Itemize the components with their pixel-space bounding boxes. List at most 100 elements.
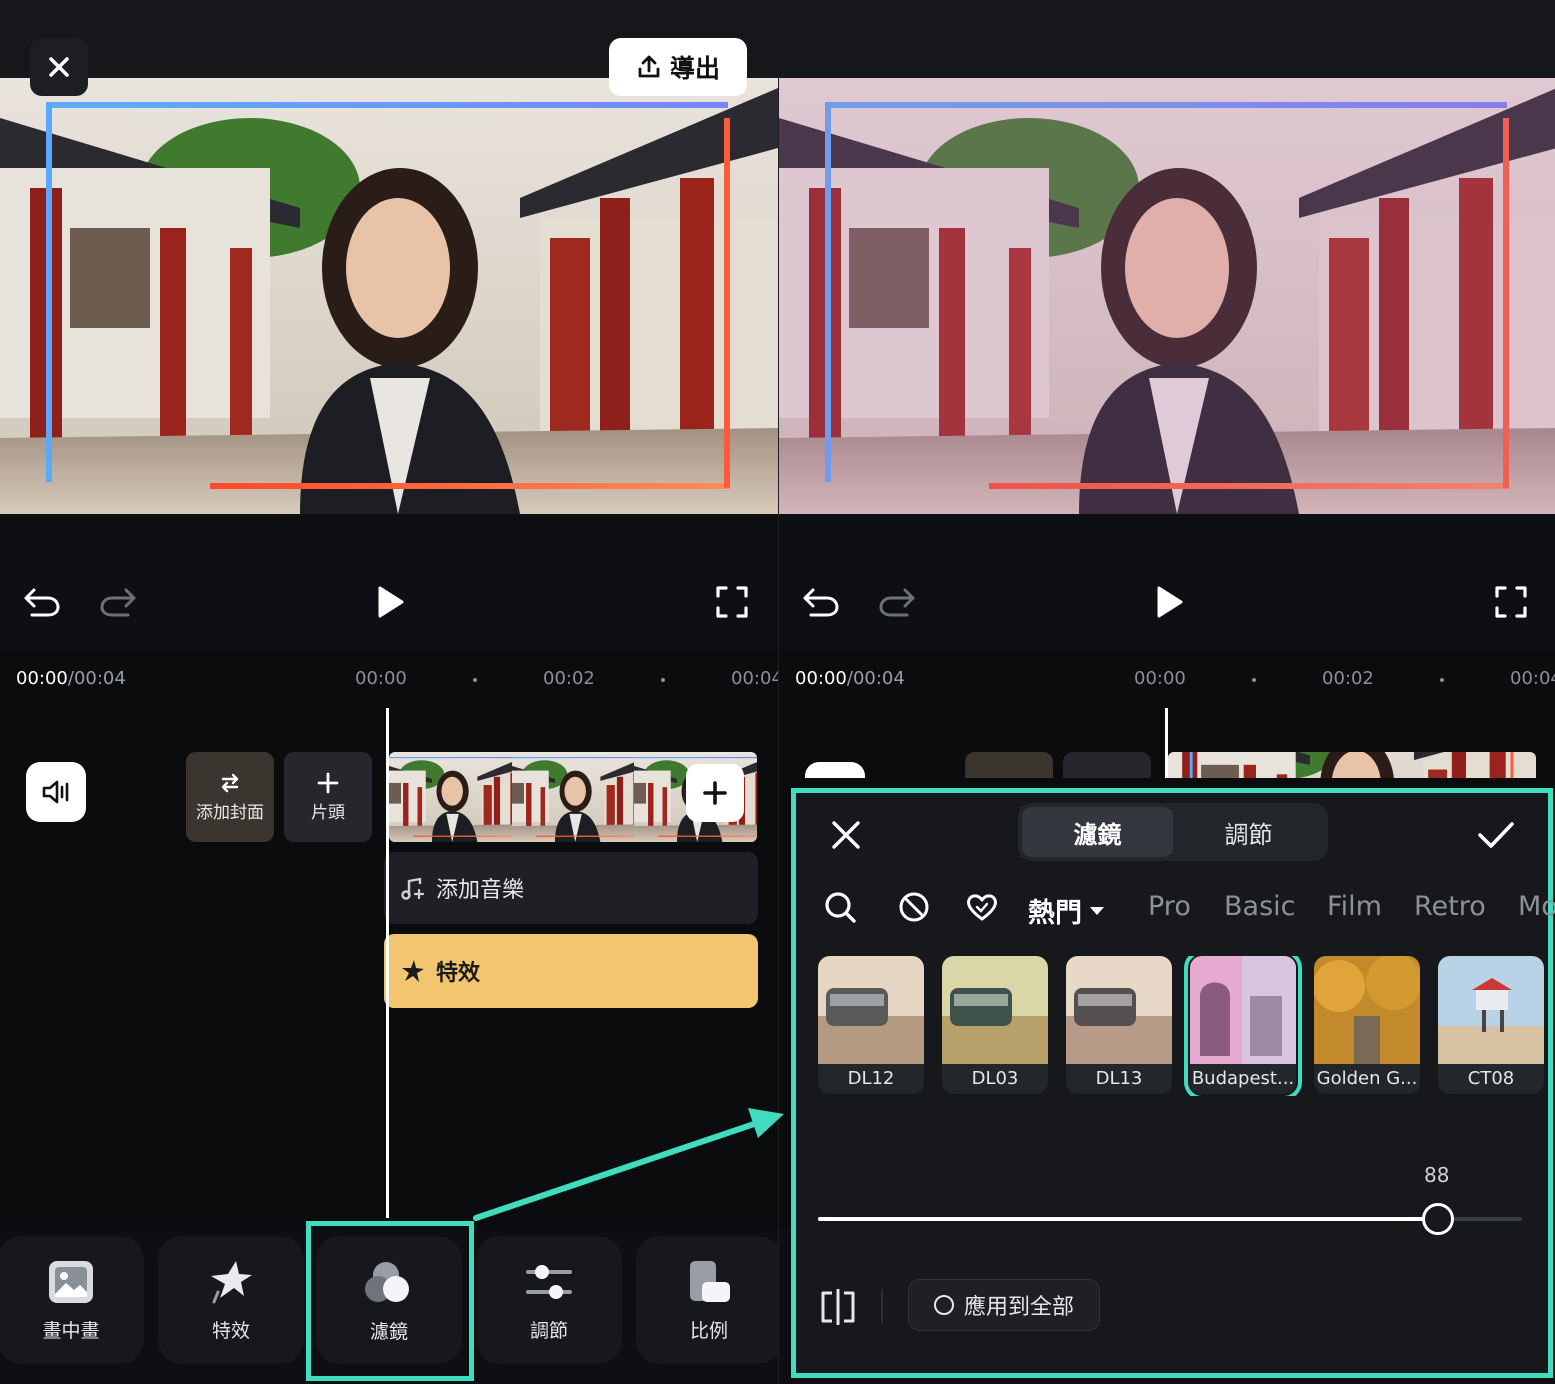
favorites-button[interactable] — [962, 887, 1002, 927]
filter-label: DL13 — [1095, 1068, 1143, 1089]
tab-filter[interactable]: 濾鏡 — [1022, 807, 1173, 857]
filter-item-selected[interactable]: Budapest... — [1184, 956, 1302, 1096]
redo-button[interactable] — [875, 580, 919, 624]
filter-adjust-tabs: 濾鏡 調節 — [1018, 803, 1328, 861]
intro-peek — [1063, 752, 1151, 778]
caret-down-icon — [1090, 906, 1104, 915]
play-button[interactable] — [368, 580, 412, 624]
editor-panel-left: 導出 00:00/00:04 00:00 00:02 00:04 添加封面 片頭… — [0, 0, 778, 1384]
export-button[interactable]: 導出 — [609, 38, 747, 96]
add-clip-button[interactable] — [686, 764, 744, 822]
tick-dot — [1440, 678, 1444, 682]
play-button[interactable] — [1147, 580, 1191, 624]
tool-label: 比例 — [689, 1319, 728, 1342]
export-label: 導出 — [669, 54, 720, 83]
category-hot-label: 熱門 — [1028, 898, 1082, 929]
category-film[interactable]: Film — [1327, 891, 1382, 922]
fullscreen-button[interactable] — [1489, 580, 1533, 624]
tick-label: 00:02 — [1322, 668, 1374, 689]
add-music-label: 添加音樂 — [436, 878, 525, 903]
tick-label: 00:02 — [543, 668, 595, 689]
filter-label: Budapest... — [1191, 1068, 1295, 1089]
category-retro[interactable]: Retro — [1414, 891, 1486, 922]
plus-icon — [703, 781, 727, 805]
divider — [881, 1289, 883, 1323]
intensity-slider-fill — [818, 1217, 1438, 1221]
filter-thumbnail — [1438, 956, 1544, 1064]
tool-picture-in-picture[interactable]: 畫中畫 — [0, 1236, 144, 1364]
undo-button[interactable] — [799, 580, 843, 624]
filter-thumbnail — [1190, 956, 1296, 1064]
fullscreen-button[interactable] — [710, 580, 754, 624]
add-intro-button[interactable]: 片頭 — [284, 752, 372, 842]
effect-track-label: 特效 — [436, 961, 481, 986]
compare-button[interactable] — [816, 1285, 860, 1329]
sheet-close-button[interactable] — [824, 813, 868, 857]
mute-toggle-button[interactable] — [26, 762, 86, 822]
apply-to-all-button[interactable]: 應用到全部 — [908, 1279, 1100, 1331]
intensity-value: 88 — [1424, 1163, 1450, 1187]
fullscreen-icon — [716, 586, 748, 618]
tool-aspect-ratio[interactable]: 比例 — [636, 1236, 778, 1364]
add-cover-label: 添加封面 — [196, 802, 264, 823]
tool-label: 特效 — [211, 1319, 250, 1342]
undo-button[interactable] — [20, 580, 64, 624]
filter-item[interactable]: DL03 — [942, 956, 1048, 1094]
video-clip-peek — [1168, 752, 1536, 778]
volume-icon — [42, 780, 69, 804]
add-cover-button[interactable]: 添加封面 — [186, 752, 274, 842]
filter-item[interactable]: DL12 — [818, 956, 924, 1094]
compare-icon — [821, 1289, 855, 1325]
current-time: 00:00 — [16, 668, 68, 689]
checkmark-icon — [1478, 822, 1514, 848]
playhead[interactable] — [1165, 708, 1168, 778]
category-more[interactable]: Mo — [1518, 891, 1555, 922]
no-filter-button[interactable] — [894, 887, 934, 927]
editor-panel-right: 00:00/00:04 00:00 00:02 00:04 濾鏡 調節 — [778, 0, 1555, 1384]
filter-label: DL03 — [971, 1068, 1019, 1089]
filter-label: DL12 — [847, 1068, 895, 1089]
effect-track[interactable]: 特效 — [384, 934, 758, 1008]
plus-icon — [317, 772, 339, 793]
filter-list: DL12 DL03 DL13 Budapest... Golden G... C… — [818, 956, 1555, 1096]
search-button[interactable] — [820, 887, 860, 927]
add-intro-label: 片頭 — [311, 802, 345, 823]
clip-frame — [389, 752, 512, 842]
tool-label: 畫中畫 — [42, 1319, 100, 1342]
tick-dot — [661, 678, 665, 682]
filtered-video-preview[interactable] — [779, 78, 1555, 514]
filter-sheet: 濾鏡 調節 熱門 Pro Basic Film Retro Mo DL12 DL… — [791, 788, 1555, 1378]
category-hot[interactable]: 熱門 — [1028, 891, 1106, 930]
tick-label: 00:00 — [355, 668, 407, 689]
play-icon — [1157, 586, 1183, 618]
redo-button[interactable] — [96, 580, 140, 624]
apply-to-all-label: 應用到全部 — [963, 1295, 1074, 1320]
intensity-slider-knob[interactable] — [1421, 1203, 1454, 1235]
filter-thumbnail — [818, 956, 924, 1064]
filter-tool-highlight — [306, 1221, 474, 1381]
category-basic[interactable]: Basic — [1224, 891, 1295, 922]
aspect-ratio-icon — [690, 1260, 730, 1302]
playback-controls — [0, 560, 778, 644]
category-pro[interactable]: Pro — [1148, 891, 1191, 922]
tool-effects[interactable]: 特效 — [158, 1236, 304, 1364]
confirm-button[interactable] — [1472, 813, 1520, 857]
tab-adjust[interactable]: 調節 — [1173, 807, 1324, 857]
tool-adjust[interactable]: 調節 — [476, 1236, 622, 1364]
adjust-sliders-icon — [526, 1264, 572, 1299]
playhead[interactable] — [386, 708, 389, 1218]
top-bar — [779, 0, 1555, 78]
tick-dot — [473, 678, 477, 682]
play-icon — [378, 586, 404, 618]
filter-item[interactable]: Golden G... — [1314, 956, 1420, 1094]
playback-controls — [779, 560, 1555, 644]
filter-item[interactable]: CT08 — [1438, 956, 1544, 1094]
intensity-slider[interactable] — [818, 1203, 1522, 1235]
close-button[interactable] — [30, 38, 88, 96]
filter-label: CT08 — [1467, 1068, 1515, 1089]
add-music-track[interactable]: 添加音樂 — [384, 852, 758, 924]
filter-label: Golden G... — [1316, 1068, 1418, 1089]
no-filter-icon — [899, 892, 929, 922]
video-preview[interactable] — [0, 78, 778, 514]
filter-item[interactable]: DL13 — [1066, 956, 1172, 1094]
